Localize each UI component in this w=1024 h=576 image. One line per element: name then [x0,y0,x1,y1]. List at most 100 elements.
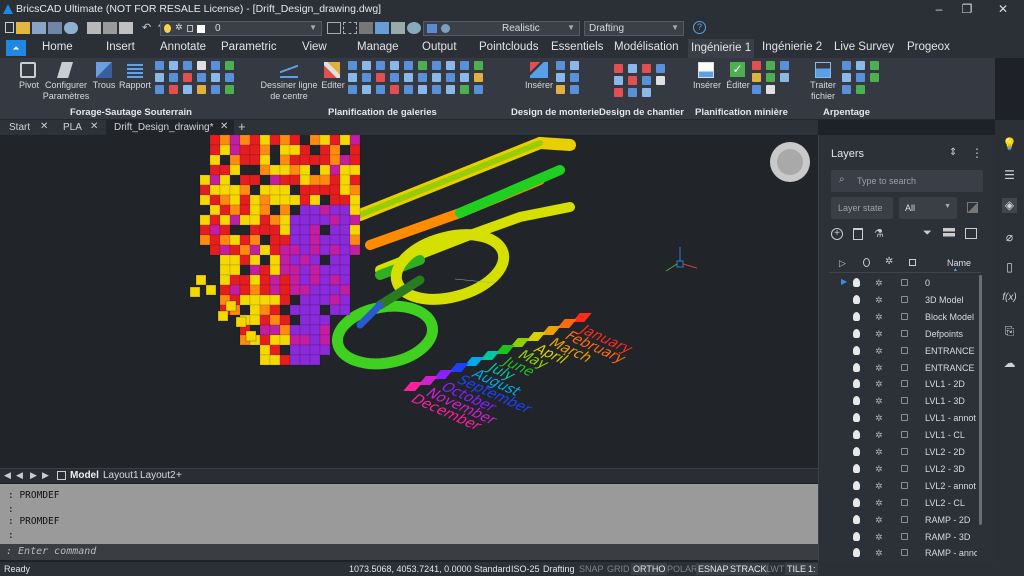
plan-tool-icon[interactable] [766,73,775,82]
status-text-style[interactable]: Standard [472,563,513,575]
survey-tool-icon[interactable] [870,73,879,82]
layer-on-icon[interactable] [853,548,860,558]
gallery-tool-icon[interactable] [348,61,357,70]
hole-tool-icon[interactable] [169,61,178,70]
plot-icon[interactable] [103,22,117,34]
tab-manage[interactable]: Manage [357,41,399,53]
hole-tool-icon[interactable] [197,85,206,94]
layer-on-icon[interactable] [853,379,860,389]
edit-button[interactable]: Editer [318,80,348,91]
attachment-icon[interactable]: ⌀ [1002,230,1017,245]
layer-lock-icon[interactable] [901,279,908,286]
gallery-tool-icon[interactable] [460,61,469,70]
layer-filter-dropdown[interactable]: All ▼ [899,197,957,219]
stope-tool-icon[interactable] [642,88,651,97]
layer-on-icon[interactable] [853,514,860,524]
help-icon[interactable]: ? [693,21,706,34]
gallery-tool-icon[interactable] [376,85,385,94]
hole-tool-icon[interactable] [155,61,164,70]
layer-on-icon[interactable] [853,430,860,440]
layer-row[interactable]: ✲ ENTRANCE [829,343,981,359]
holes-button[interactable]: Trous [90,80,118,91]
draw-centerline-button[interactable]: Dessiner ligne [258,80,320,91]
layer-freeze-icon[interactable]: ✲ [875,396,883,407]
tab-parametric[interactable]: Parametric [221,41,277,53]
gallery-tool-icon[interactable] [348,85,357,94]
survey-tool-icon[interactable] [870,61,879,70]
stope-tool-icon[interactable] [656,64,665,73]
layer-lock-icon[interactable] [901,414,908,422]
doc-tab-pla[interactable]: PLA ✕ [54,120,106,135]
layer-on-icon[interactable] [853,396,860,406]
doc-tab-drift-design[interactable]: Drift_Design_drawing* ✕ [106,120,234,135]
gallery-tool-icon[interactable] [348,73,357,82]
filter-icon[interactable]: ⏷ [923,227,932,240]
layer-lock-icon[interactable] [901,515,908,523]
hole-tool-icon[interactable] [183,85,192,94]
new-tab-icon[interactable]: + [238,119,246,134]
gallery-tool-icon[interactable] [460,73,469,82]
gallery-tool-icon[interactable] [362,73,371,82]
report-button[interactable]: Rapport [118,80,152,91]
stope-tool-icon[interactable] [628,64,637,73]
layer-row[interactable]: ✲ Block Model [829,309,981,325]
tab-pointclouds[interactable]: Pointclouds [479,41,538,53]
hole-tool-icon[interactable] [169,73,178,82]
view-cube-icon[interactable] [327,22,341,34]
gallery-tool-icon[interactable] [474,85,483,94]
layer-freeze-icon[interactable]: ✲ [875,430,883,441]
layout-list-icon[interactable] [57,471,66,480]
first-layout-icon[interactable]: ◀ [4,470,11,481]
status-toggle-lwt[interactable]: LWT [764,563,786,575]
visual-style-dropdown[interactable]: Realistic ▼ [423,21,580,36]
3d-drift-model[interactable] [0,135,818,468]
layer-on-icon[interactable] [853,278,860,287]
formula-icon[interactable]: f(x) [1002,292,1017,307]
gallery-tool-icon[interactable] [418,85,427,94]
stope-tool-icon[interactable] [628,76,637,85]
add-layout-icon[interactable]: + [176,470,182,481]
status-toggle-strack[interactable]: STRACK [728,563,769,575]
plan-tool-icon[interactable] [752,61,761,70]
gallery-tool-icon[interactable] [404,85,413,94]
on-column-icon[interactable] [863,258,870,267]
plan-tool-icon[interactable] [766,85,775,94]
layer-freeze-icon[interactable]: ✲ [875,532,883,543]
layer-on-icon[interactable] [853,294,860,304]
layer-row[interactable]: ✲ LVL2 - 3D [829,461,981,477]
tab-layout1[interactable]: Layout1 [103,470,139,481]
raise-tool-icon[interactable] [570,61,579,70]
last-layout-icon[interactable]: ▶ [42,470,49,481]
process-file-button[interactable]: Traiter [805,80,841,91]
status-toggle-grid[interactable]: GRID [605,563,632,575]
status-toggle-polar[interactable]: POLAR [665,563,700,575]
report-icon[interactable] [127,62,143,78]
layer-filter-toggle-icon[interactable] [967,202,978,213]
gallery-tool-icon[interactable] [432,85,441,94]
command-input[interactable]: : Enter command [0,544,818,560]
layer-on-icon[interactable] [853,311,860,321]
tab-ing-nierie-1[interactable]: Ingénierie 1 [688,39,755,58]
status-dim-style[interactable]: ISO-25 [509,563,542,575]
tab-mod-lisation[interactable]: Modélisation [614,41,679,53]
hole-tool-icon[interactable] [169,85,178,94]
status-toggle-ortho[interactable]: ORTHO [631,563,668,575]
drawing-viewport[interactable]: January February March April May June July Augu… [0,135,818,468]
process-file-icon[interactable] [815,62,831,78]
layer-lock-icon[interactable] [901,312,908,320]
clipboard-icon[interactable]: ⎘ [1002,324,1017,339]
plan-tool-icon[interactable] [752,73,761,82]
purge-layer-icon[interactable]: ⚗ [874,227,884,240]
raise-tool-icon[interactable] [570,73,579,82]
insert-plan-icon[interactable] [698,62,714,78]
hole-tool-icon[interactable] [211,61,220,70]
cylinder-icon[interactable] [391,22,405,34]
gallery-tool-icon[interactable] [404,61,413,70]
survey-tool-icon[interactable] [856,73,865,82]
hole-tool-icon[interactable] [183,61,192,70]
plan-tool-icon[interactable] [752,85,761,94]
layer-row[interactable]: ✲ RAMP - 2D [829,512,981,528]
hole-tool-icon[interactable] [155,73,164,82]
gallery-tool-icon[interactable] [418,73,427,82]
insert-raise-icon[interactable] [530,62,548,78]
